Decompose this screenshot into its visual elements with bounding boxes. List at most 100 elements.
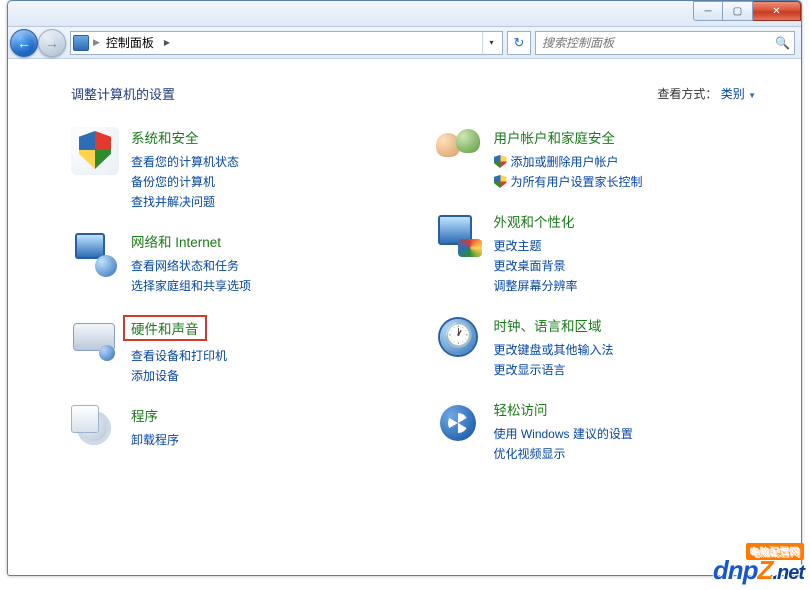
sublink[interactable]: 更改显示语言 [494,361,614,378]
sublink[interactable]: 为所有用户设置家长控制 [494,173,643,190]
chevron-right-icon[interactable]: ▶ [160,32,174,54]
sublink-label: 添加或删除用户帐户 [511,153,619,170]
sublink[interactable]: 添加或删除用户帐户 [494,153,643,170]
view-by: 查看方式： 类别 ▼ [657,85,756,102]
category-text: 系统和安全查看您的计算机状态备份您的计算机查找并解决问题 [131,127,239,213]
sublink[interactable]: 更改桌面背景 [494,257,578,274]
category-title[interactable]: 轻松访问 [494,399,548,419]
sublink[interactable]: 添加设备 [131,367,227,384]
user-icon[interactable] [434,127,482,175]
sublink[interactable]: 查看设备和打印机 [131,347,227,364]
sublink-label: 查找并解决问题 [131,193,215,210]
watermark: 电脑配置网 dnpZ.net [713,555,804,586]
net-icon[interactable] [71,231,119,279]
uac-shield-icon [494,155,507,168]
view-by-value[interactable]: 类别 [721,87,745,101]
sublink[interactable]: 查看网络状态和任务 [131,257,251,274]
back-button[interactable]: ← [10,29,38,57]
sublink-label: 更改桌面背景 [494,257,566,274]
category: 网络和 Internet 查看网络状态和任务选择家庭组和共享选项 [71,231,404,297]
sublink[interactable]: 查找并解决问题 [131,193,239,210]
chevron-down-icon[interactable]: ▼ [748,91,756,100]
panel-body: 调整计算机的设置 查看方式： 类别 ▼ 系统和安全查看您的计算机状态备份您的计算… [9,60,800,574]
refresh-button[interactable]: ↻ [507,31,531,55]
sublink-list: 使用 Windows 建议的设置优化视频显示 [494,425,633,462]
category-title[interactable]: 外观和个性化 [494,211,575,231]
forward-button[interactable]: → [38,29,66,57]
ease-icon[interactable] [434,399,482,447]
sublink-label: 优化视频显示 [494,445,566,462]
sublink[interactable]: 优化视频显示 [494,445,633,462]
sublink-list: 卸载程序 [131,431,179,448]
category-title[interactable]: 网络和 Internet [131,231,221,251]
hw-icon[interactable] [71,315,119,363]
category-columns: 系统和安全查看您的计算机状态备份您的计算机查找并解决问题网络和 Internet… [71,127,766,483]
shield-icon[interactable] [71,127,119,175]
sublink-list: 查看您的计算机状态备份您的计算机查找并解决问题 [131,153,239,210]
breadcrumb-root[interactable]: 控制面板 [104,34,156,51]
category-title[interactable]: 时钟、语言和区域 [494,315,602,335]
sublink[interactable]: 更改键盘或其他输入法 [494,341,614,358]
sublink-label: 使用 Windows 建议的设置 [494,425,633,442]
sublink-label: 更改键盘或其他输入法 [494,341,614,358]
sublink-list: 添加或删除用户帐户为所有用户设置家长控制 [494,153,643,190]
category: 用户帐户和家庭安全添加或删除用户帐户为所有用户设置家长控制 [434,127,767,193]
sublink-list: 更改主题更改桌面背景调整屏幕分辨率 [494,237,578,294]
sublink[interactable]: 选择家庭组和共享选项 [131,277,251,294]
category-title[interactable]: 硬件和声音 [123,315,207,341]
left-column: 系统和安全查看您的计算机状态备份您的计算机查找并解决问题网络和 Internet… [71,127,404,483]
category: 程序卸载程序 [71,405,404,453]
category-text: 用户帐户和家庭安全添加或删除用户帐户为所有用户设置家长控制 [494,127,643,193]
category-text: 外观和个性化更改主题更改桌面背景调整屏幕分辨率 [494,211,578,297]
sublink[interactable]: 查看您的计算机状态 [131,153,239,170]
category-text: 硬件和声音查看设备和打印机添加设备 [131,315,227,387]
category: 系统和安全查看您的计算机状态备份您的计算机查找并解决问题 [71,127,404,213]
control-panel-window: ─ ▢ ✕ ← → ▶ 控制面板 ▶ ▾ ↻ 🔍 [7,0,802,576]
search-icon[interactable]: 🔍 [775,36,790,50]
sublink-list: 查看设备和打印机添加设备 [131,347,227,384]
search-box[interactable]: 🔍 [535,31,795,55]
sublink-label: 查看您的计算机状态 [131,153,239,170]
sublink-list: 查看网络状态和任务选择家庭组和共享选项 [131,257,251,294]
nav-bar: ← → ▶ 控制面板 ▶ ▾ ↻ 🔍 [8,27,801,59]
sublink[interactable]: 卸载程序 [131,431,179,448]
appear-icon[interactable] [434,211,482,259]
breadcrumb-sep-icon: ▶ [93,37,100,48]
watermark-net: .net [772,562,804,584]
sublink-label: 添加设备 [131,367,179,384]
control-panel-icon [73,35,89,51]
sublink[interactable]: 调整屏幕分辨率 [494,277,578,294]
minimize-button[interactable]: ─ [693,1,723,21]
category: 轻松访问使用 Windows 建议的设置优化视频显示 [434,399,767,465]
nav-buttons: ← → [10,29,66,57]
sublink-label: 选择家庭组和共享选项 [131,277,251,294]
clock-icon[interactable] [434,315,482,363]
address-dropdown[interactable]: ▾ [482,32,500,54]
sublink[interactable]: 备份您的计算机 [131,173,239,190]
sublink[interactable]: 使用 Windows 建议的设置 [494,425,633,442]
arrow-left-icon: ← [17,35,31,51]
watermark-badge: 电脑配置网 [746,543,804,560]
prog-icon[interactable] [71,405,119,453]
category-text: 轻松访问使用 Windows 建议的设置优化视频显示 [494,399,633,465]
category-title[interactable]: 系统和安全 [131,127,199,147]
search-input[interactable] [540,35,775,51]
titlebar: ─ ▢ ✕ [8,1,801,27]
sublink-label: 卸载程序 [131,431,179,448]
category-title[interactable]: 用户帐户和家庭安全 [494,127,616,147]
address-bar[interactable]: ▶ 控制面板 ▶ ▾ [70,31,503,55]
refresh-icon: ↻ [514,35,525,51]
sublink-label: 更改主题 [494,237,542,254]
category-text: 网络和 Internet 查看网络状态和任务选择家庭组和共享选项 [131,231,251,297]
arrow-right-icon: → [45,35,59,51]
sublink-list: 更改键盘或其他输入法更改显示语言 [494,341,614,378]
category: 外观和个性化更改主题更改桌面背景调整屏幕分辨率 [434,211,767,297]
sublink[interactable]: 更改主题 [494,237,578,254]
sublink-label: 更改显示语言 [494,361,566,378]
page-title: 调整计算机的设置 [71,84,175,103]
close-button[interactable]: ✕ [753,1,801,21]
category-title[interactable]: 程序 [131,405,158,425]
maximize-button[interactable]: ▢ [723,1,753,21]
sublink-label: 调整屏幕分辨率 [494,277,578,294]
category: 时钟、语言和区域更改键盘或其他输入法更改显示语言 [434,315,767,381]
